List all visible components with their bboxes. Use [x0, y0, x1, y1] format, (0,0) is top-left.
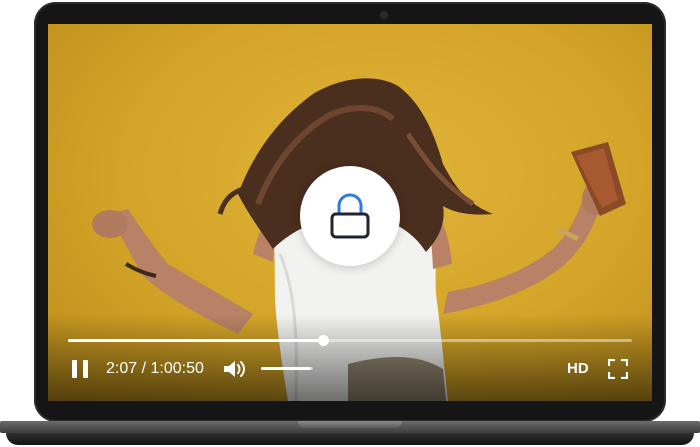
- fullscreen-button[interactable]: [607, 358, 629, 380]
- time-display: 2:07 / 1:00:50: [106, 360, 204, 378]
- pause-icon: [72, 360, 77, 378]
- progress-bar[interactable]: [68, 335, 632, 346]
- pause-icon: [83, 360, 88, 378]
- volume-icon: [224, 361, 245, 377]
- laptop-base: [0, 421, 700, 447]
- controls-bar: [48, 314, 652, 401]
- current-time: 2:07: [106, 360, 138, 377]
- quality-button[interactable]: HD: [567, 360, 589, 378]
- lock-icon: [330, 193, 370, 239]
- volume-slider[interactable]: [261, 367, 313, 370]
- time-separator: /: [137, 360, 151, 377]
- volume-level: [261, 367, 311, 370]
- volume-button[interactable]: [222, 358, 248, 380]
- duration: 1:00:50: [150, 360, 204, 377]
- progress-fill: [68, 339, 323, 342]
- fullscreen-icon: [607, 358, 629, 380]
- lock-overlay[interactable]: [300, 166, 400, 266]
- webcam: [380, 11, 388, 19]
- progress-handle[interactable]: [317, 335, 329, 346]
- laptop-notch: [298, 421, 402, 428]
- pause-button[interactable]: [72, 360, 90, 378]
- laptop-base-bottom: [6, 433, 694, 445]
- video-player[interactable]: 2:07 / 1:00:50 HD: [48, 24, 652, 401]
